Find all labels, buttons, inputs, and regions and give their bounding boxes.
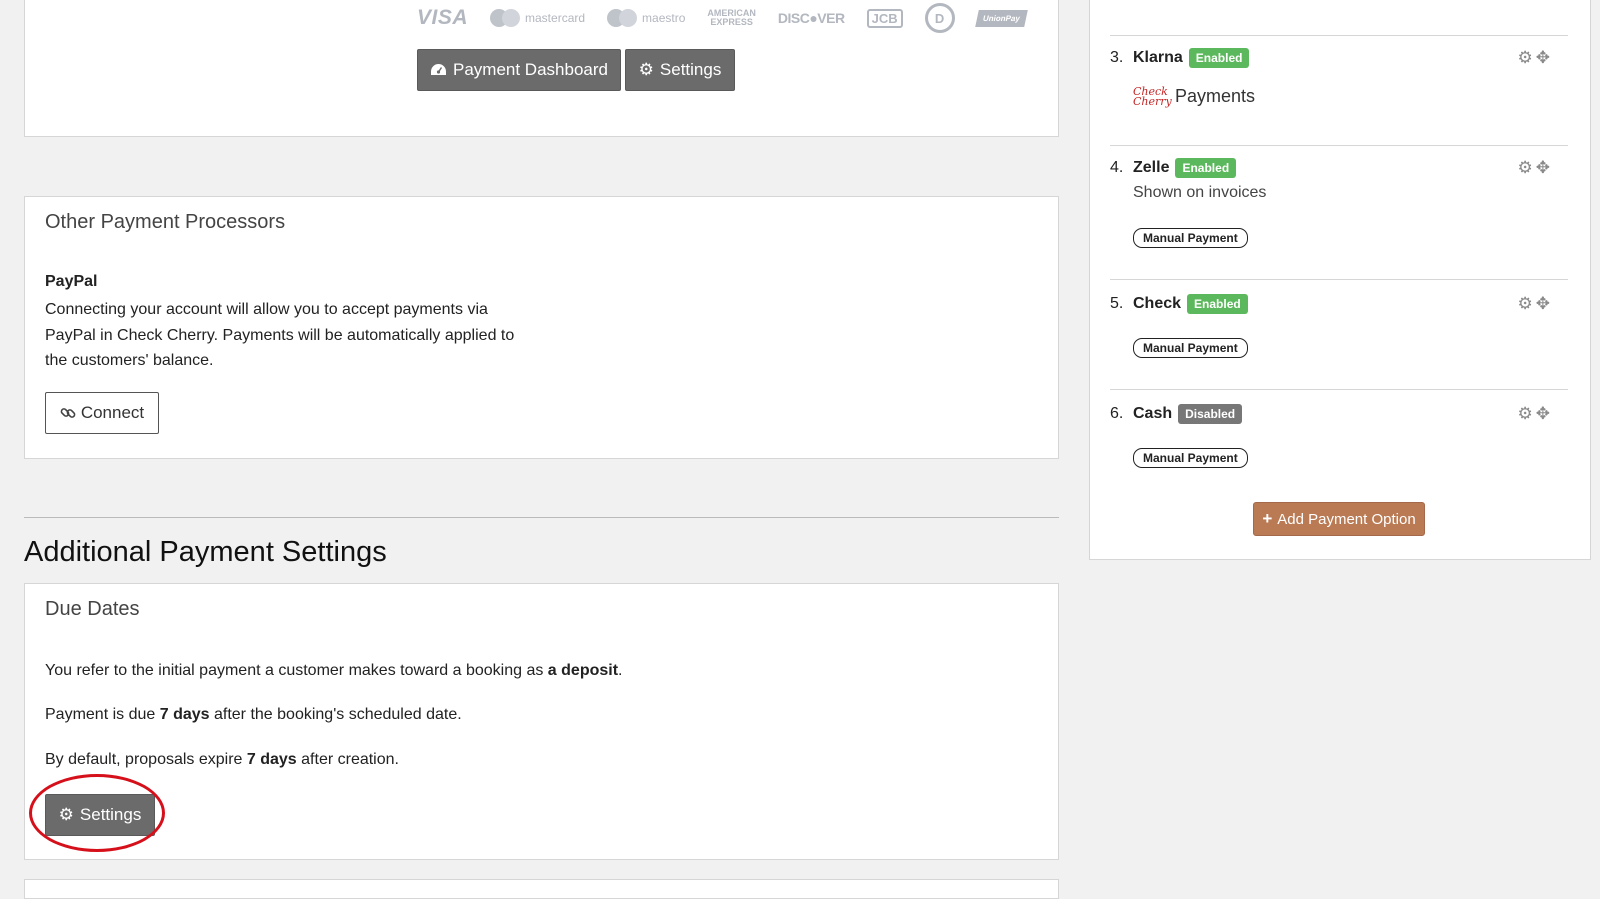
status-badge: Enabled: [1188, 48, 1250, 68]
payment-options-panel: 3. Klarna Enabled ⚙ ✥ Check Cherry Payme…: [1089, 0, 1591, 560]
deposit-term-prefix: You refer to the initial payment a custo…: [45, 662, 548, 679]
option-header: 6. Cash Disabled: [1110, 404, 1243, 424]
option-header: 3. Klarna Enabled: [1110, 48, 1250, 68]
option-divider: [1110, 145, 1568, 146]
other-processors-card: Other Payment Processors PayPal Connecti…: [24, 196, 1059, 459]
option-name: Klarna: [1133, 49, 1183, 66]
maestro-logo: maestro: [607, 9, 685, 27]
paypal-description: Connecting your account will allow you t…: [45, 301, 515, 369]
option-number: 4.: [1110, 159, 1124, 176]
gear-icon: ⚙: [638, 60, 654, 79]
option-name: Zelle: [1133, 159, 1170, 176]
option-header: 5. Check Enabled: [1110, 294, 1248, 314]
add-payment-option-button[interactable]: + Add Payment Option: [1253, 502, 1425, 536]
move-icon[interactable]: ✥: [1536, 48, 1550, 68]
proposal-expiry-prefix: By default, proposals expire: [45, 751, 247, 768]
due-dates-settings-label: Settings: [79, 805, 142, 824]
proposal-expiry-text: By default, proposals expire 7 days afte…: [45, 751, 399, 769]
manual-payment-tag: Manual Payment: [1133, 338, 1248, 358]
gear-icon[interactable]: ⚙: [1518, 404, 1533, 424]
option-tools: ⚙ ✥: [1518, 48, 1551, 68]
payment-due-prefix: Payment is due: [45, 706, 160, 723]
amex-logo-line2: EXPRESS: [710, 17, 753, 27]
amex-logo: AMERICAN EXPRESS: [707, 9, 756, 27]
proposal-expiry-suffix: after creation.: [296, 751, 399, 768]
card-processor-panel: VISA mastercard maestro AMERICAN EXPRESS…: [24, 0, 1059, 137]
option-divider: [1110, 389, 1568, 390]
mastercard-circles-icon: [490, 9, 521, 27]
paypal-name: PayPal: [45, 273, 98, 290]
payment-option-cash[interactable]: 6. Cash Disabled ⚙ ✥ Manual Payment: [1110, 404, 1568, 494]
option-header: 4. Zelle Enabled: [1110, 158, 1237, 178]
accepted-cards-logos: VISA mastercard maestro AMERICAN EXPRESS…: [417, 3, 1028, 33]
payment-dashboard-label: Payment Dashboard: [453, 60, 608, 79]
visa-logo: VISA: [417, 6, 469, 29]
other-processors-title: Other Payment Processors: [45, 211, 286, 233]
option-divider: [1110, 279, 1568, 280]
deposit-term-suffix: .: [618, 662, 623, 679]
diners-club-logo: D: [924, 3, 955, 33]
check-cherry-logo-text: Payments: [1175, 86, 1256, 106]
deposit-term-text: You refer to the initial payment a custo…: [45, 662, 622, 680]
link-icon: [60, 408, 76, 418]
check-cherry-payments-logo: Check Cherry Payments: [1133, 86, 1255, 107]
option-tools: ⚙ ✥: [1518, 294, 1551, 314]
payment-due-text: Payment is due 7 days after the booking'…: [45, 706, 462, 724]
option-divider: [1110, 35, 1568, 36]
payment-option-check[interactable]: 5. Check Enabled ⚙ ✥ Manual Payment: [1110, 294, 1568, 384]
paypal-connect-label: Connect: [80, 403, 145, 422]
move-icon[interactable]: ✥: [1536, 404, 1550, 424]
manual-payment-tag: Manual Payment: [1133, 228, 1248, 248]
due-dates-settings-button[interactable]: ⚙ Settings: [45, 794, 155, 836]
section-divider: [24, 517, 1059, 518]
option-name: Cash: [1133, 405, 1173, 422]
maestro-circles-icon: [607, 9, 638, 27]
maestro-logo-text: maestro: [642, 11, 686, 25]
next-card-partial: [24, 879, 1059, 899]
payment-option-zelle[interactable]: 4. Zelle Enabled ⚙ ✥ Shown on invoices M…: [1110, 158, 1568, 273]
additional-settings-heading: Additional Payment Settings: [24, 536, 387, 568]
dashboard-icon: [431, 64, 446, 75]
status-badge: Disabled: [1178, 404, 1243, 424]
option-tools: ⚙ ✥: [1518, 404, 1551, 424]
option-tools: ⚙ ✥: [1518, 158, 1551, 178]
due-dates-title: Due Dates: [45, 598, 140, 620]
option-number: 6.: [1110, 405, 1124, 422]
jcb-logo: JCB: [866, 8, 903, 28]
processor-settings-button[interactable]: ⚙ Settings: [625, 49, 735, 91]
option-number: 3.: [1110, 49, 1124, 66]
paypal-connect-button[interactable]: Connect: [45, 392, 159, 434]
manual-payment-tag: Manual Payment: [1133, 448, 1248, 468]
due-dates-card: Due Dates You refer to the initial payme…: [24, 583, 1059, 860]
proposal-expiry-value: 7 days: [246, 751, 297, 768]
check-cherry-logo-mark: Check Cherry: [1133, 84, 1172, 108]
option-number: 5.: [1110, 295, 1124, 312]
option-subtitle: Shown on invoices: [1133, 184, 1267, 201]
gear-icon[interactable]: ⚙: [1518, 294, 1533, 314]
plus-icon: +: [1262, 509, 1273, 528]
payment-due-suffix: after the booking's scheduled date.: [209, 706, 462, 723]
gear-icon: ⚙: [58, 805, 74, 824]
status-badge: Enabled: [1187, 294, 1248, 314]
payment-dashboard-button[interactable]: Payment Dashboard: [417, 49, 621, 91]
gear-icon[interactable]: ⚙: [1518, 158, 1533, 178]
payment-due-value: 7 days: [159, 706, 210, 723]
unionpay-logo: UnionPay: [974, 9, 1028, 27]
mastercard-logo-text: mastercard: [525, 11, 586, 25]
add-payment-option-label: Add Payment Option: [1277, 510, 1416, 528]
processor-settings-label: Settings: [659, 60, 722, 79]
payment-option-klarna[interactable]: 3. Klarna Enabled ⚙ ✥ Check Cherry Payme…: [1110, 48, 1568, 138]
option-name: Check: [1133, 295, 1182, 312]
discover-logo: DISC●VER: [777, 10, 845, 26]
gear-icon[interactable]: ⚙: [1518, 48, 1533, 68]
status-badge: Enabled: [1175, 158, 1237, 178]
deposit-term-value: a deposit: [547, 662, 619, 679]
move-icon[interactable]: ✥: [1536, 294, 1550, 314]
mastercard-logo: mastercard: [490, 9, 585, 27]
move-icon[interactable]: ✥: [1536, 158, 1550, 178]
